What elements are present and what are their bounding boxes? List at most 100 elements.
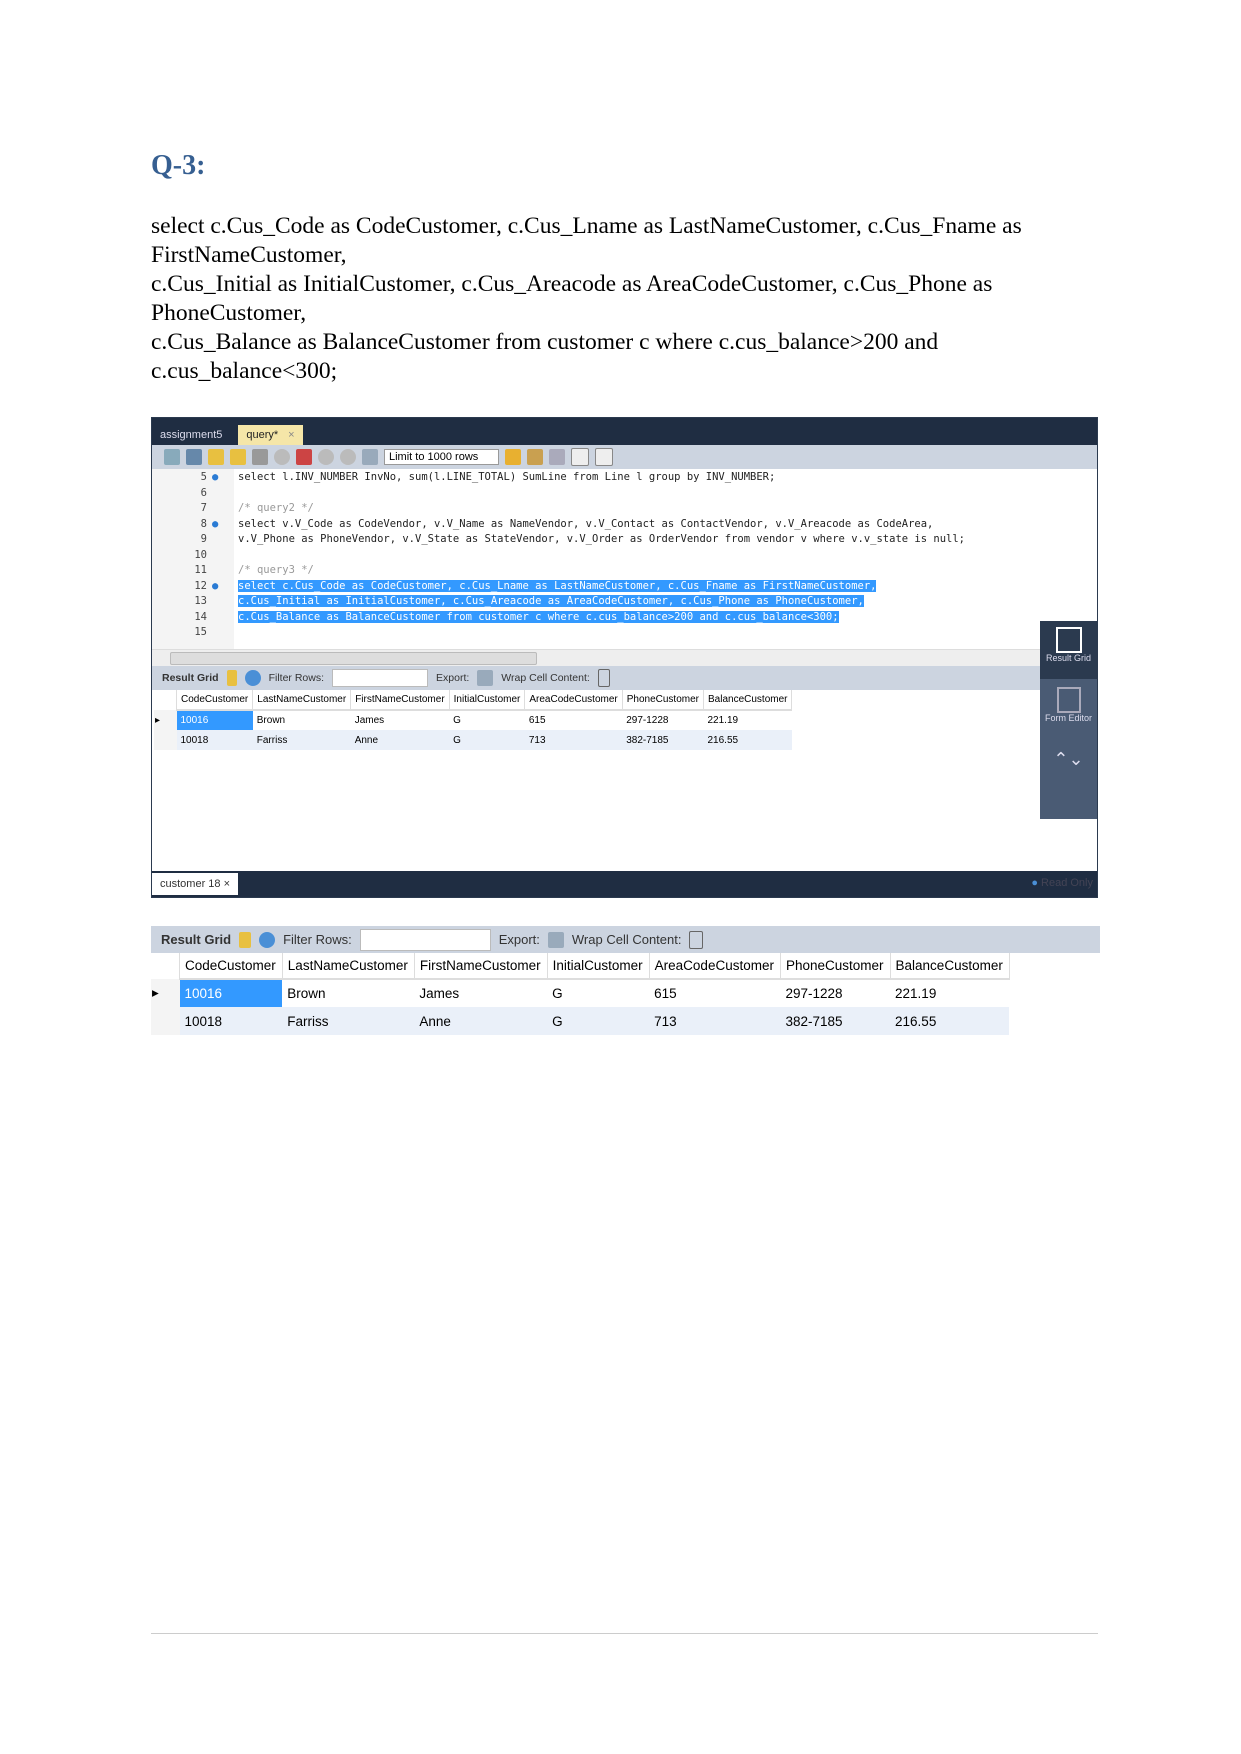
table-cell[interactable]: James [414, 979, 547, 1007]
autocommit-icon[interactable] [362, 449, 378, 465]
line-number: 7 [200, 502, 207, 514]
bookmark-icon[interactable] [505, 449, 521, 465]
table-cell[interactable]: Anne [350, 730, 450, 750]
result-tab[interactable]: customer 18 × [152, 873, 239, 895]
table-cell[interactable]: 297-1228 [622, 710, 703, 730]
commit-icon[interactable] [318, 449, 334, 465]
table-cell[interactable]: 615 [649, 979, 780, 1007]
chevron-updown-icon[interactable]: ⌃⌄ [1040, 749, 1097, 770]
column-header[interactable]: AreaCodeCustomer [649, 953, 781, 980]
refresh-icon[interactable] [244, 670, 261, 686]
statement-marker-icon: ● [212, 517, 219, 530]
row-selector[interactable] [154, 730, 177, 750]
rollback-icon[interactable] [340, 449, 356, 465]
filter-rows-input[interactable] [359, 928, 491, 951]
export-label: Export: [498, 932, 540, 947]
form-editor-label: Form Editor [1044, 713, 1092, 723]
form-editor-button[interactable]: Form Editor [1040, 679, 1097, 723]
column-header[interactable]: LastNameCustomer [282, 953, 415, 980]
row-header [154, 690, 177, 710]
column-header[interactable]: InitialCustomer [547, 953, 650, 980]
table-row[interactable]: 10018 Farriss Anne G 713 382-7185 216.55 [154, 730, 792, 750]
column-header[interactable]: PhoneCustomer [780, 953, 891, 980]
filter-rows-input[interactable] [332, 669, 429, 687]
sql-editor[interactable]: 5 ● select l.INV_NUMBER InvNo, sum(l.LINE_… [152, 469, 1097, 649]
table-cell[interactable]: Anne [414, 1007, 548, 1035]
table-cell[interactable]: G [547, 979, 649, 1007]
close-icon[interactable]: × [288, 429, 294, 441]
filter-rows-label: Filter Rows: [283, 932, 352, 947]
table-cell[interactable]: 615 [525, 710, 622, 730]
close-icon[interactable]: × [224, 878, 230, 890]
result-grid-button[interactable]: Result Grid [1040, 621, 1097, 679]
table-cell[interactable]: 713 [649, 1007, 781, 1035]
column-header[interactable]: FirstNameCustomer [414, 953, 548, 980]
table-cell[interactable]: 10016 [176, 710, 253, 730]
column-header[interactable]: CodeCustomer [179, 953, 283, 980]
row-selector[interactable] [151, 1007, 180, 1035]
invisible-chars-icon[interactable] [571, 448, 589, 466]
result-grid-label[interactable]: Result Grid [162, 672, 219, 684]
column-header[interactable]: AreaCodeCustomer [524, 690, 623, 711]
line-number: 15 [194, 626, 207, 638]
table-cell[interactable]: 221.19 [890, 979, 1009, 1007]
wrap-icon[interactable] [595, 448, 613, 466]
row-selector[interactable]: ▸ [151, 979, 180, 1007]
table-cell[interactable]: 382-7185 [780, 1007, 891, 1035]
table-cell[interactable]: Brown [253, 710, 351, 730]
limit-rows-select[interactable]: Limit to 1000 rows [384, 449, 499, 465]
tab-assignment5[interactable]: assignment5 [152, 425, 230, 445]
save-icon[interactable] [186, 449, 202, 465]
search-icon[interactable] [549, 449, 565, 465]
column-header[interactable]: InitialCustomer [449, 690, 526, 711]
scroll-thumb[interactable] [170, 652, 537, 665]
tab-query[interactable]: query* × [238, 425, 303, 445]
grid-icon[interactable] [226, 670, 237, 686]
table-cell[interactable]: 10016 [179, 979, 283, 1007]
row-header [151, 953, 180, 979]
execute-current-icon[interactable] [230, 449, 246, 465]
horizontal-scrollbar[interactable] [152, 649, 1097, 666]
table-cell[interactable]: Farriss [252, 730, 351, 750]
column-header[interactable]: PhoneCustomer [622, 690, 705, 711]
refresh-icon[interactable] [259, 931, 276, 948]
grid-icon[interactable] [239, 931, 252, 948]
table-cell[interactable]: Brown [282, 979, 414, 1007]
table-cell[interactable]: 221.19 [704, 710, 792, 730]
wrap-cell-icon[interactable] [597, 669, 610, 687]
column-header[interactable]: FirstNameCustomer [350, 690, 450, 711]
table-cell[interactable]: 382-7185 [622, 730, 704, 750]
table-cell[interactable]: 713 [524, 730, 623, 750]
export-icon[interactable] [547, 931, 564, 948]
column-header[interactable]: LastNameCustomer [252, 690, 352, 711]
column-header[interactable]: BalanceCustomer [890, 953, 1010, 980]
table-cell[interactable]: 10018 [176, 730, 253, 750]
column-header[interactable]: CodeCustomer [176, 690, 254, 711]
wrap-cell-icon[interactable] [689, 930, 704, 949]
table-cell[interactable]: James [351, 710, 449, 730]
code-line: /* query3 */ [238, 564, 314, 576]
beautify-icon[interactable] [527, 449, 543, 465]
result-grid-label[interactable]: Result Grid [161, 932, 231, 947]
table-cell[interactable]: Farriss [282, 1007, 415, 1035]
code-line: c.Cus_Balance as BalanceCustomer from cu… [238, 610, 839, 623]
execute-icon[interactable] [208, 449, 224, 465]
table-cell[interactable]: 297-1228 [780, 979, 890, 1007]
open-folder-icon[interactable] [164, 449, 180, 465]
table-row[interactable]: ▸ 10016 Brown James G 615 297-1228 221.19 [154, 710, 792, 730]
stop-icon[interactable] [274, 449, 290, 465]
table-cell[interactable]: G [547, 1007, 650, 1035]
table-row[interactable]: 10018 Farriss Anne G 713 382-7185 216.55 [151, 1007, 1010, 1035]
table-row[interactable]: ▸ 10016 Brown James G 615 297-1228 221.19 [151, 979, 1009, 1007]
explain-icon[interactable] [252, 449, 268, 465]
toggle-error-icon[interactable] [296, 449, 312, 465]
table-cell[interactable]: G [449, 710, 525, 730]
table-cell[interactable]: 216.55 [890, 1007, 1010, 1035]
query-text: select c.Cus_Code as CodeCustomer, c.Cus… [151, 212, 1101, 386]
row-selector[interactable]: ▸ [154, 710, 177, 730]
export-icon[interactable] [477, 670, 494, 686]
table-cell[interactable]: 10018 [179, 1007, 283, 1035]
table-cell[interactable]: 216.55 [703, 730, 792, 750]
column-header[interactable]: BalanceCustomer [703, 690, 793, 711]
table-cell[interactable]: G [449, 730, 525, 750]
